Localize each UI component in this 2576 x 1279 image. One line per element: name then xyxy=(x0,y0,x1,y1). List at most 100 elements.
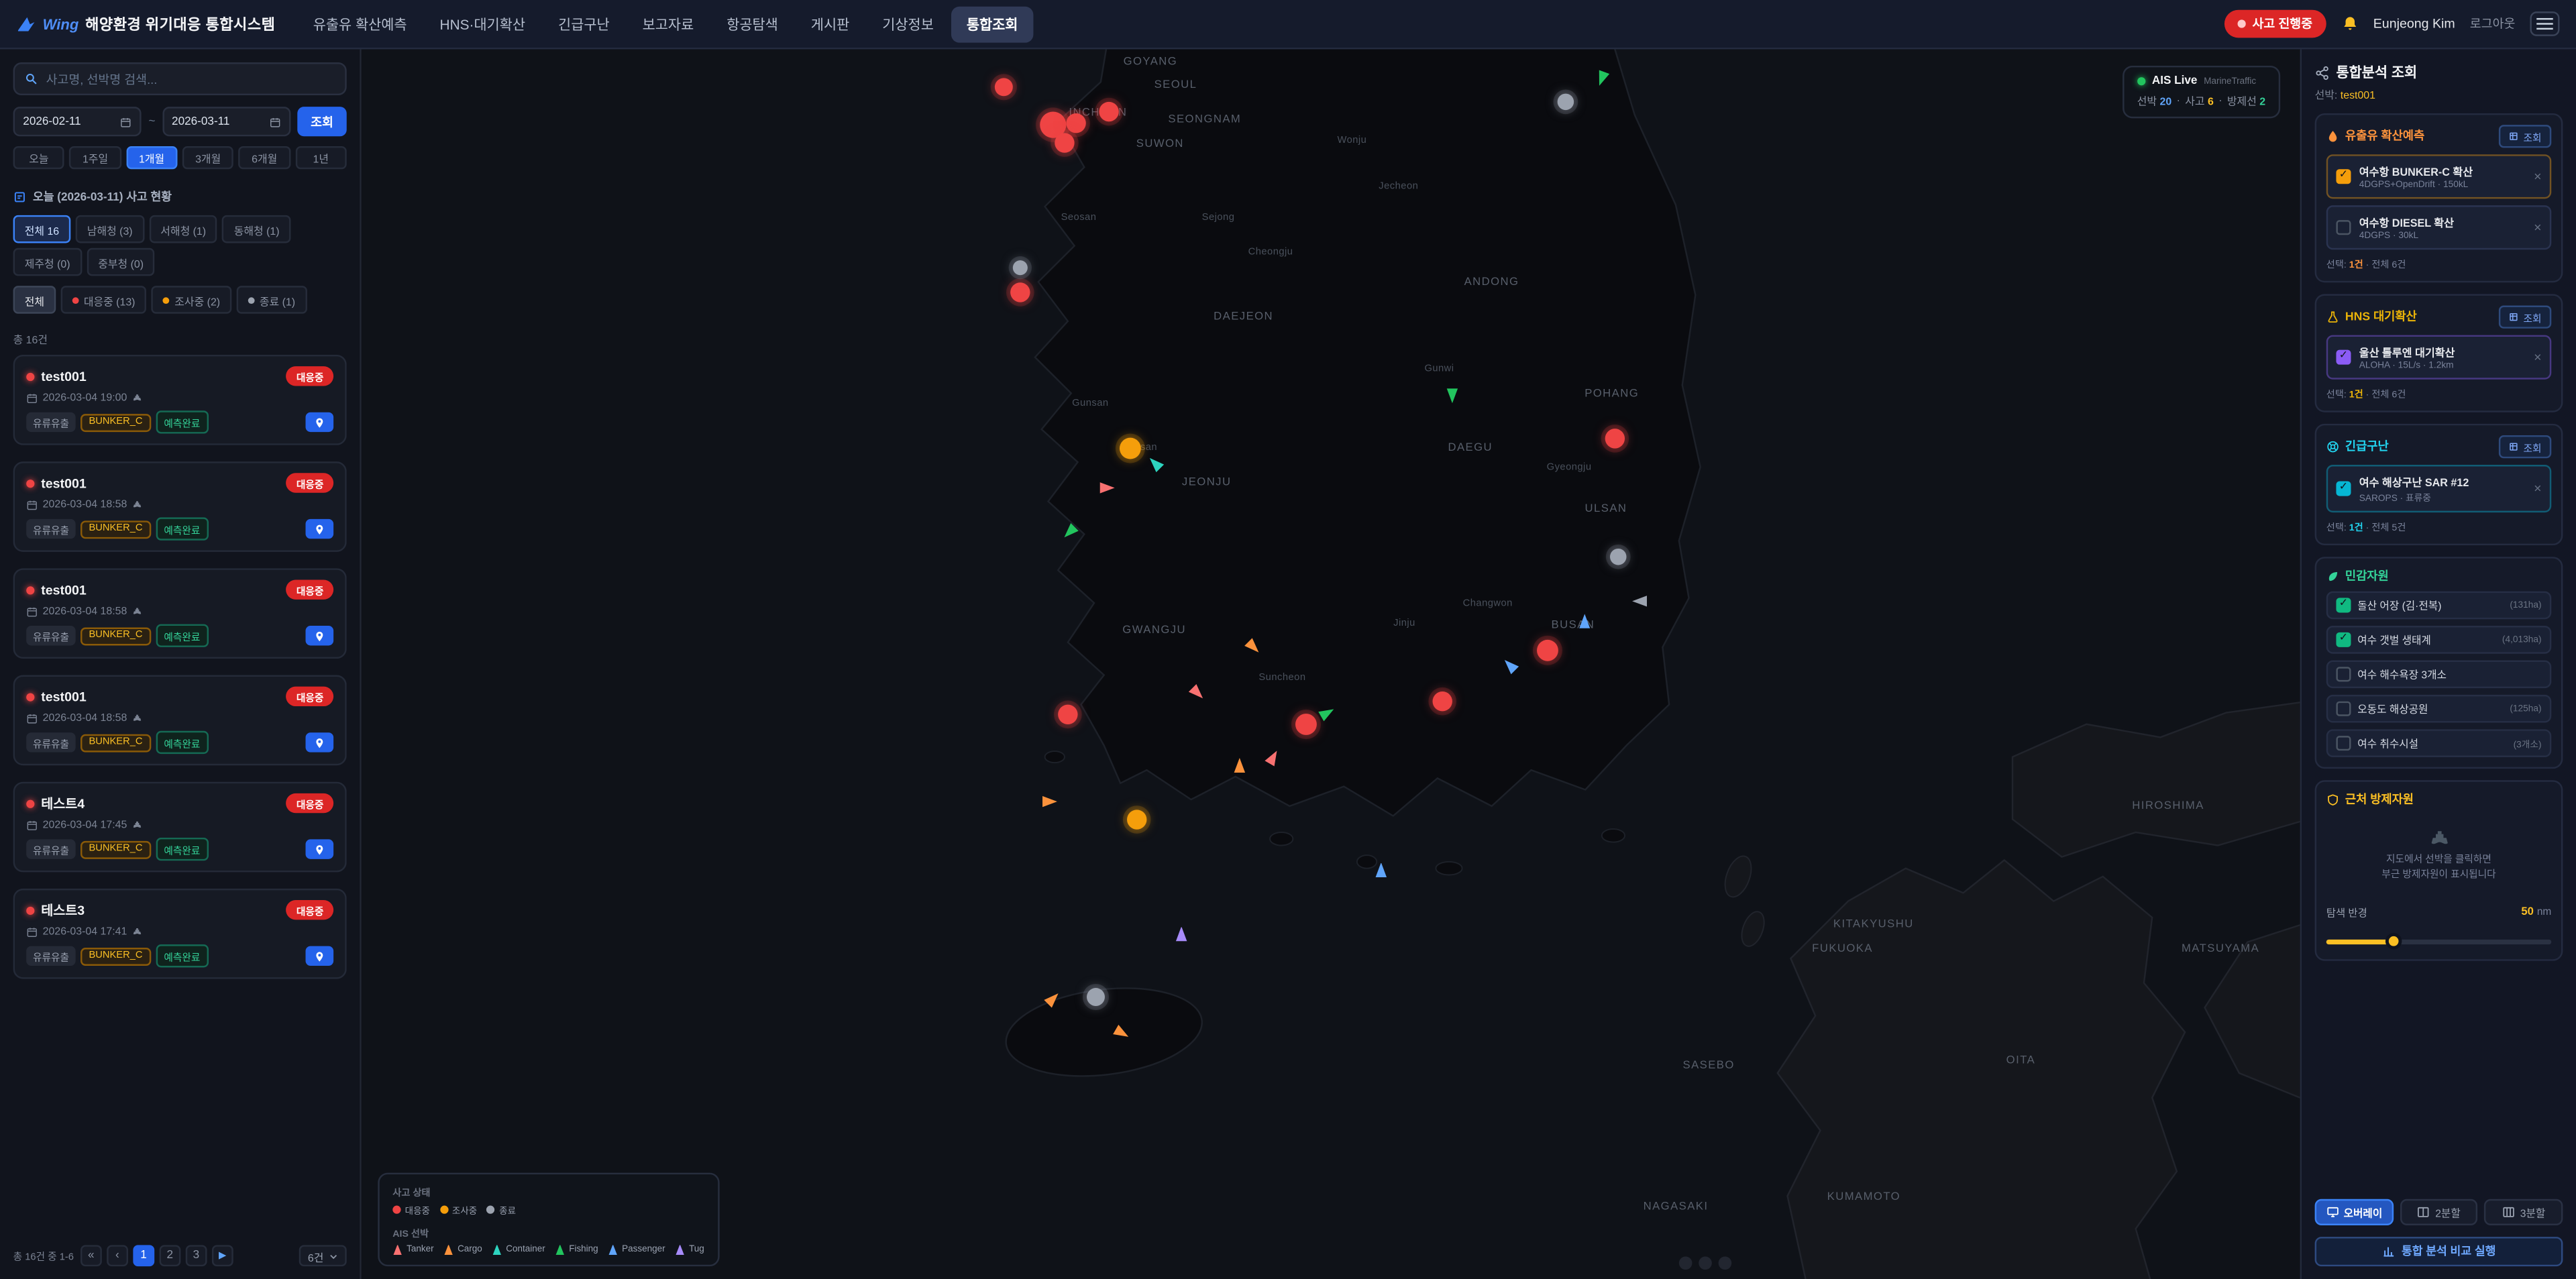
quick-range-5[interactable]: 1년 xyxy=(295,146,347,169)
search-input[interactable] xyxy=(46,72,335,87)
item-checkbox[interactable] xyxy=(2336,220,2351,235)
quick-range-4[interactable]: 6개월 xyxy=(239,146,290,169)
nav-item-1[interactable]: HNS·대기확산 xyxy=(425,6,541,42)
status-chip-0[interactable]: 전체 xyxy=(13,286,56,314)
analysis-item[interactable]: ✓ 울산 톨루엔 대기확산 ALOHA · 15L/s · 1.2km × xyxy=(2326,335,2552,380)
resource-item[interactable]: 여수 취수시설 (3개소) xyxy=(2326,729,2552,757)
map-area[interactable]: GOYANGSEOULINCHEONSEONGNAMSUWONWonjuJech… xyxy=(362,49,2300,1279)
resource-item[interactable]: ✓ 여수 갯벌 생태계 (4,013ha) xyxy=(2326,626,2552,654)
region-chip-2[interactable]: 서해청 (1) xyxy=(149,215,217,243)
item-checkbox[interactable]: ✓ xyxy=(2336,598,2351,612)
incident-marker-response[interactable] xyxy=(1057,705,1077,724)
incident-marker-response[interactable] xyxy=(1434,691,1453,711)
search-box[interactable] xyxy=(13,62,347,95)
incident-marker-closed[interactable] xyxy=(1557,94,1573,110)
region-chip-0[interactable]: 전체 16 xyxy=(13,215,71,243)
analysis-item[interactable]: ✓ 여수항 BUNKER-C 확산 4DGPS+OpenDrift · 150k… xyxy=(2326,154,2552,199)
region-chip-4[interactable]: 제주청 (0) xyxy=(13,248,82,276)
incident-marker-response[interactable] xyxy=(1295,714,1316,736)
incident-map-button[interactable] xyxy=(306,626,334,645)
item-checkbox[interactable]: ✓ xyxy=(2336,482,2351,496)
incident-marker-response[interactable] xyxy=(1055,133,1075,152)
incident-map-button[interactable] xyxy=(306,519,334,539)
page-size-select[interactable]: 6건 xyxy=(300,1245,347,1266)
status-chip-3[interactable]: 종료 (1) xyxy=(237,286,307,314)
section-query-button[interactable]: 조회 xyxy=(2500,125,2551,148)
quick-range-2[interactable]: 1개월 xyxy=(126,146,178,169)
run-comparison-button[interactable]: 통합 분석 비교 실행 xyxy=(2315,1237,2563,1266)
region-chip-1[interactable]: 남해청 (3) xyxy=(76,215,144,243)
incident-map-button[interactable] xyxy=(306,412,334,432)
slider-knob[interactable] xyxy=(2385,932,2402,948)
incident-marker-closed[interactable] xyxy=(1609,548,1625,564)
incident-card[interactable]: test001 대응중 2026-03-04 18:58 유류유출BUNKER_… xyxy=(13,461,347,552)
incident-marker-investigating[interactable] xyxy=(1120,439,1142,460)
incident-marker-response[interactable] xyxy=(1100,102,1120,121)
incident-card[interactable]: test001 대응중 2026-03-04 18:58 유류유출BUNKER_… xyxy=(13,568,347,659)
view-mode-0[interactable]: 오버레이 xyxy=(2315,1199,2394,1225)
incident-marker-closed[interactable] xyxy=(1087,987,1106,1005)
item-close-icon[interactable]: × xyxy=(2534,482,2541,496)
quick-range-3[interactable]: 3개월 xyxy=(182,146,234,169)
incident-map-button[interactable] xyxy=(306,839,334,858)
item-checkbox[interactable]: ✓ xyxy=(2336,632,2351,647)
item-close-icon[interactable]: × xyxy=(2534,351,2541,364)
item-checkbox[interactable] xyxy=(2336,702,2351,716)
search-submit-button[interactable]: 조회 xyxy=(297,107,346,136)
resource-item[interactable]: 오동도 해상공원 (125ha) xyxy=(2326,695,2552,723)
incident-marker-response[interactable] xyxy=(1606,429,1625,449)
view-mode-1[interactable]: 2분할 xyxy=(2400,1199,2478,1225)
date-from-input[interactable]: 2026-02-11 xyxy=(13,107,142,136)
item-close-icon[interactable]: × xyxy=(2534,221,2541,234)
quick-range-0[interactable]: 오늘 xyxy=(13,146,65,169)
page-button-1[interactable]: 1 xyxy=(133,1245,154,1266)
nav-item-6[interactable]: 기상정보 xyxy=(867,6,949,42)
incident-map-button[interactable] xyxy=(306,732,334,752)
section-query-button[interactable]: 조회 xyxy=(2500,306,2551,329)
incident-marker-closed[interactable] xyxy=(1013,260,1028,274)
incident-card[interactable]: test001 대응중 2026-03-04 19:00 유류유출BUNKER_… xyxy=(13,355,347,445)
quick-range-1[interactable]: 1주일 xyxy=(70,146,121,169)
map-attribution-controls[interactable] xyxy=(1680,1256,1732,1270)
logout-button[interactable]: 로그아웃 xyxy=(2470,15,2516,33)
nav-item-3[interactable]: 보고자료 xyxy=(628,6,709,42)
item-close-icon[interactable]: × xyxy=(2534,170,2541,183)
incident-map-button[interactable] xyxy=(306,946,334,966)
next-page-button[interactable]: ▶ xyxy=(212,1245,233,1266)
analysis-item[interactable]: 여수항 DIESEL 확산 4DGPS · 30kL × xyxy=(2326,205,2552,249)
nav-item-2[interactable]: 긴급구난 xyxy=(543,6,625,42)
incident-card[interactable]: 테스트3 대응중 2026-03-04 17:41 유류유출BUNKER_C예측… xyxy=(13,889,347,979)
notifications-bell-icon[interactable] xyxy=(2341,15,2359,33)
resource-item[interactable]: ✓ 돌산 어장 (김·전복) (131ha) xyxy=(2326,592,2552,620)
page-button-2[interactable]: 2 xyxy=(159,1245,180,1266)
first-page-button[interactable]: « xyxy=(80,1245,102,1266)
region-chip-3[interactable]: 동해청 (1) xyxy=(223,215,291,243)
item-checkbox[interactable] xyxy=(2336,667,2351,681)
nav-item-7[interactable]: 통합조회 xyxy=(952,6,1033,42)
status-chip-2[interactable]: 조사중 (2) xyxy=(152,286,231,314)
nav-item-4[interactable]: 항공탐색 xyxy=(712,6,793,42)
menu-button[interactable] xyxy=(2530,11,2559,36)
radius-slider[interactable] xyxy=(2326,932,2552,948)
region-chip-5[interactable]: 중부청 (0) xyxy=(87,248,155,276)
view-mode-2[interactable]: 3분할 xyxy=(2485,1199,2563,1225)
analysis-item[interactable]: ✓ 여수 해상구난 SAR #12 SAROPS · 표류중 × xyxy=(2326,465,2552,512)
ais-live-overlay[interactable]: AIS Live MarineTraffic 선박 20·사고 6·방제선 2 xyxy=(2123,66,2280,118)
nav-item-5[interactable]: 게시판 xyxy=(796,6,865,42)
incident-marker-investigating[interactable] xyxy=(1127,810,1146,829)
section-query-button[interactable]: 조회 xyxy=(2500,435,2551,458)
incident-marker-response[interactable] xyxy=(1011,283,1030,302)
date-to-input[interactable]: 2026-03-11 xyxy=(162,107,290,136)
item-checkbox[interactable]: ✓ xyxy=(2336,169,2351,184)
incident-active-badge[interactable]: 사고 진행중 xyxy=(2224,10,2326,38)
prev-page-button[interactable]: ‹ xyxy=(107,1245,128,1266)
item-checkbox[interactable]: ✓ xyxy=(2336,350,2351,365)
incident-marker-response[interactable] xyxy=(994,78,1012,97)
incident-marker-response[interactable] xyxy=(1537,640,1558,661)
resource-item[interactable]: 여수 해수욕장 3개소 xyxy=(2326,660,2552,688)
app-logo[interactable]: Wing 해양환경 위기대응 통합시스템 xyxy=(16,13,275,35)
item-checkbox[interactable] xyxy=(2336,736,2351,750)
incident-card[interactable]: test001 대응중 2026-03-04 18:58 유류유출BUNKER_… xyxy=(13,675,347,766)
page-button-3[interactable]: 3 xyxy=(186,1245,207,1266)
incident-card[interactable]: 테스트4 대응중 2026-03-04 17:45 유류유출BUNKER_C예측… xyxy=(13,782,347,873)
